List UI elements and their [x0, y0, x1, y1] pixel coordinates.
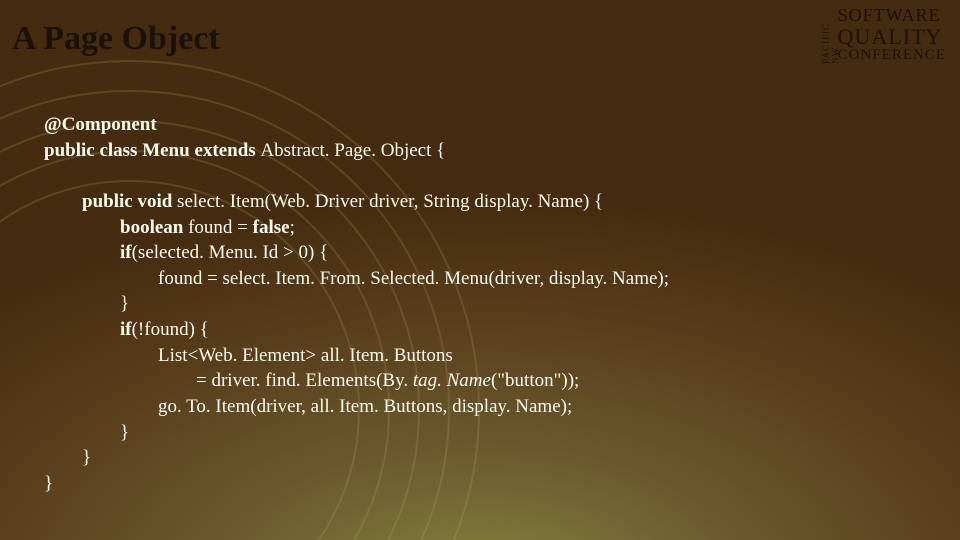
code-line: List<Web. Element> all. Item. Buttons	[158, 345, 453, 366]
code-line: if	[120, 319, 132, 340]
code-line: }	[120, 293, 129, 314]
code-line: }	[120, 422, 129, 443]
code-line: select. Item(Web. Driver driver, String …	[177, 191, 603, 212]
code-line: public void	[82, 191, 177, 212]
brand-line-quality: QUALITY	[838, 25, 946, 48]
code-line: (!found) {	[132, 319, 209, 340]
code-line: Abstract. Page. Object {	[260, 140, 445, 161]
code-line: go. To. Item(driver, all. Item. Buttons,…	[158, 396, 572, 417]
code-line: }	[82, 447, 91, 468]
conference-brand: PACIFIC NW SOFTWARE QUALITY CONFERENCE	[838, 6, 946, 64]
code-line: ;	[290, 217, 295, 238]
slide-title: A Page Object	[12, 20, 220, 58]
brand-line-conference: CONFERENCE	[838, 48, 946, 64]
code-line: tag. Name	[413, 370, 491, 391]
code-block: @Component public class Menu extends Abs…	[44, 112, 920, 497]
code-line: }	[44, 473, 53, 494]
code-line: (selected. Menu. Id > 0) {	[132, 242, 329, 263]
brand-line-software: SOFTWARE	[838, 6, 946, 25]
code-line: found = select. Item. From. Selected. Me…	[158, 268, 669, 289]
code-line: found =	[188, 217, 253, 238]
brand-vertical: PACIFIC NW	[822, 10, 841, 64]
code-line: public class Menu extends	[44, 140, 260, 161]
code-line: ("button"));	[491, 370, 579, 391]
code-line: @Component	[44, 114, 157, 135]
code-line: = driver. find. Elements(By.	[196, 370, 413, 391]
code-line: if	[120, 242, 132, 263]
code-line: false	[253, 217, 290, 238]
code-line: boolean	[120, 217, 188, 238]
